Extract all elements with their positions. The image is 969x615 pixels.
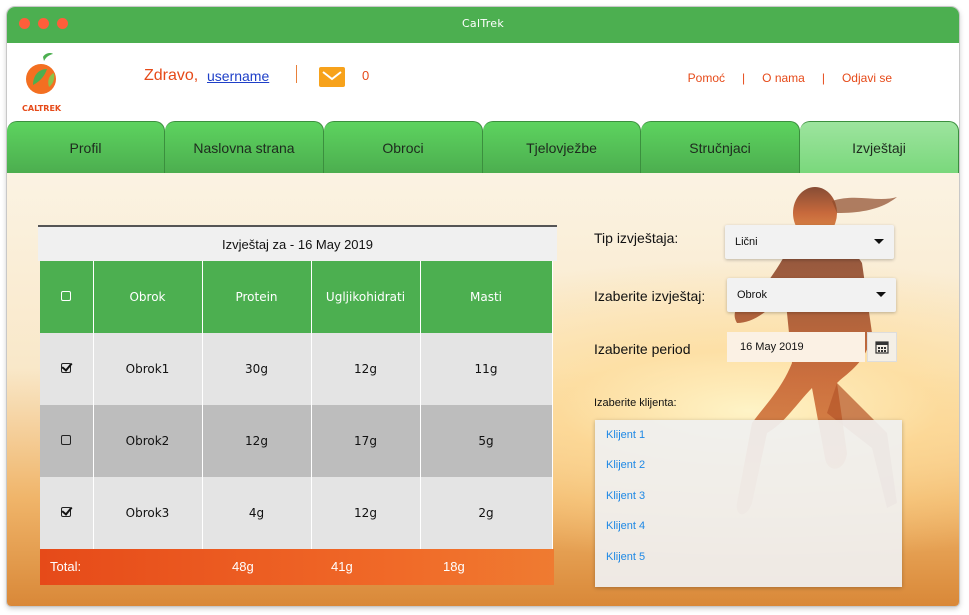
tab-profil[interactable]: Profil [7, 121, 165, 173]
row-checkbox-cell [40, 477, 94, 549]
row-checkbox-cell [40, 333, 94, 405]
carbs-cell: 12g [311, 333, 421, 405]
total-protein: 48g [232, 559, 254, 574]
chevron-down-icon [876, 292, 886, 297]
report-type-label: Tip izvještaja: [594, 230, 679, 246]
reports-content: Izvještaj za - 16 May 2019 Obrok Protein… [7, 173, 959, 606]
client-item[interactable]: Klijent 5 [606, 551, 645, 563]
calendar-icon [875, 341, 889, 354]
protein-cell: 30g [202, 333, 312, 405]
top-header: CALTREK Zdravo, username 0 Pomoć | O nam… [7, 43, 959, 121]
total-label: Total: [50, 559, 82, 574]
window-title: CalTrek [461, 17, 505, 30]
calendar-button[interactable] [867, 332, 897, 362]
column-header[interactable]: Ugljikohidrati [311, 261, 421, 333]
app-window: CalTrek CALTREK Zdravo, username 0 Pomoć… [7, 7, 959, 606]
client-item[interactable]: Klijent 2 [606, 459, 645, 471]
column-header[interactable]: Protein [202, 261, 312, 333]
total-fat: 18g [443, 559, 465, 574]
protein-cell: 12g [202, 405, 312, 477]
row-checkbox[interactable] [61, 435, 72, 445]
protein-cell: 4g [202, 477, 312, 549]
client-item[interactable]: Klijent 1 [606, 429, 645, 441]
tab-obroci[interactable]: Obroci [324, 121, 483, 173]
report-title: Izvještaj za - 16 May 2019 [38, 225, 557, 261]
carbs-cell: 17g [311, 405, 421, 477]
report-type-select[interactable]: Lični [725, 225, 894, 259]
select-all-checkbox[interactable] [61, 291, 72, 301]
select-all-cell [40, 261, 94, 333]
help-link[interactable]: Pomoć [671, 71, 742, 85]
report-type-value: Lični [735, 236, 758, 248]
mail-icon[interactable] [319, 67, 345, 87]
client-item[interactable]: Klijent 3 [606, 490, 645, 502]
table-row[interactable]: Obrok3 4g 12g 2g [40, 477, 553, 549]
fat-cell: 5g [420, 405, 553, 477]
about-link[interactable]: O nama [745, 71, 822, 85]
totals-bar: Total: 48g 41g 18g [40, 549, 554, 585]
report-panel: Izvještaj za - 16 May 2019 Obrok Protein… [38, 225, 557, 585]
report-select-label: Izaberite izvještaj: [594, 288, 706, 304]
report-select-value: Obrok [737, 289, 767, 301]
client-select-label: Izaberite klijenta: [594, 397, 677, 409]
table-row[interactable]: Obrok2 12g 17g 5g [40, 405, 553, 477]
table-header-row: Obrok Protein Ugljikohidrati Masti [40, 261, 553, 333]
caltrek-logo[interactable]: CALTREK [21, 51, 65, 113]
tab-strucnjaci[interactable]: Stručnjaci [641, 121, 800, 173]
fat-cell: 11g [420, 333, 553, 405]
report-select[interactable]: Obrok [727, 278, 896, 312]
client-item[interactable]: Klijent 4 [606, 520, 645, 532]
column-header[interactable]: Obrok [93, 261, 203, 333]
logo-text: CALTREK [22, 104, 62, 113]
greeting-text: Zdravo, [144, 67, 199, 84]
column-header[interactable]: Masti [420, 261, 553, 333]
fat-cell: 2g [420, 477, 553, 549]
main-tabs: Profil Naslovna strana Obroci Tjelovježb… [7, 121, 959, 173]
period-label: Izaberite period [594, 341, 691, 357]
client-list: Klijent 1 Klijent 2 Klijent 3 Klijent 4 … [595, 420, 902, 587]
header-divider [296, 65, 297, 83]
meal-cell: Obrok2 [93, 405, 203, 477]
username-link[interactable]: username [207, 68, 269, 84]
title-bar: CalTrek [7, 7, 959, 43]
row-checkbox[interactable] [61, 363, 72, 373]
tab-tjelovjezbe[interactable]: Tjelovježbe [483, 121, 641, 173]
chevron-down-icon [874, 239, 884, 244]
logout-link[interactable]: Odjavi se [825, 71, 909, 85]
meals-table: Obrok Protein Ugljikohidrati Masti Obrok… [40, 261, 553, 549]
meal-cell: Obrok3 [93, 477, 203, 549]
row-checkbox[interactable] [61, 507, 72, 517]
meal-cell: Obrok1 [93, 333, 203, 405]
total-carbs: 41g [331, 559, 353, 574]
tab-naslovna-strana[interactable]: Naslovna strana [165, 121, 324, 173]
message-count: 0 [362, 68, 370, 83]
row-checkbox-cell [40, 405, 94, 477]
carbs-cell: 12g [311, 477, 421, 549]
table-row[interactable]: Obrok1 30g 12g 11g [40, 333, 553, 405]
header-links: Pomoć | O nama | Odjavi se [671, 71, 909, 85]
period-date-input[interactable]: 16 May 2019 [727, 332, 865, 362]
tab-izvjestaji[interactable]: Izvještaji [800, 121, 959, 173]
